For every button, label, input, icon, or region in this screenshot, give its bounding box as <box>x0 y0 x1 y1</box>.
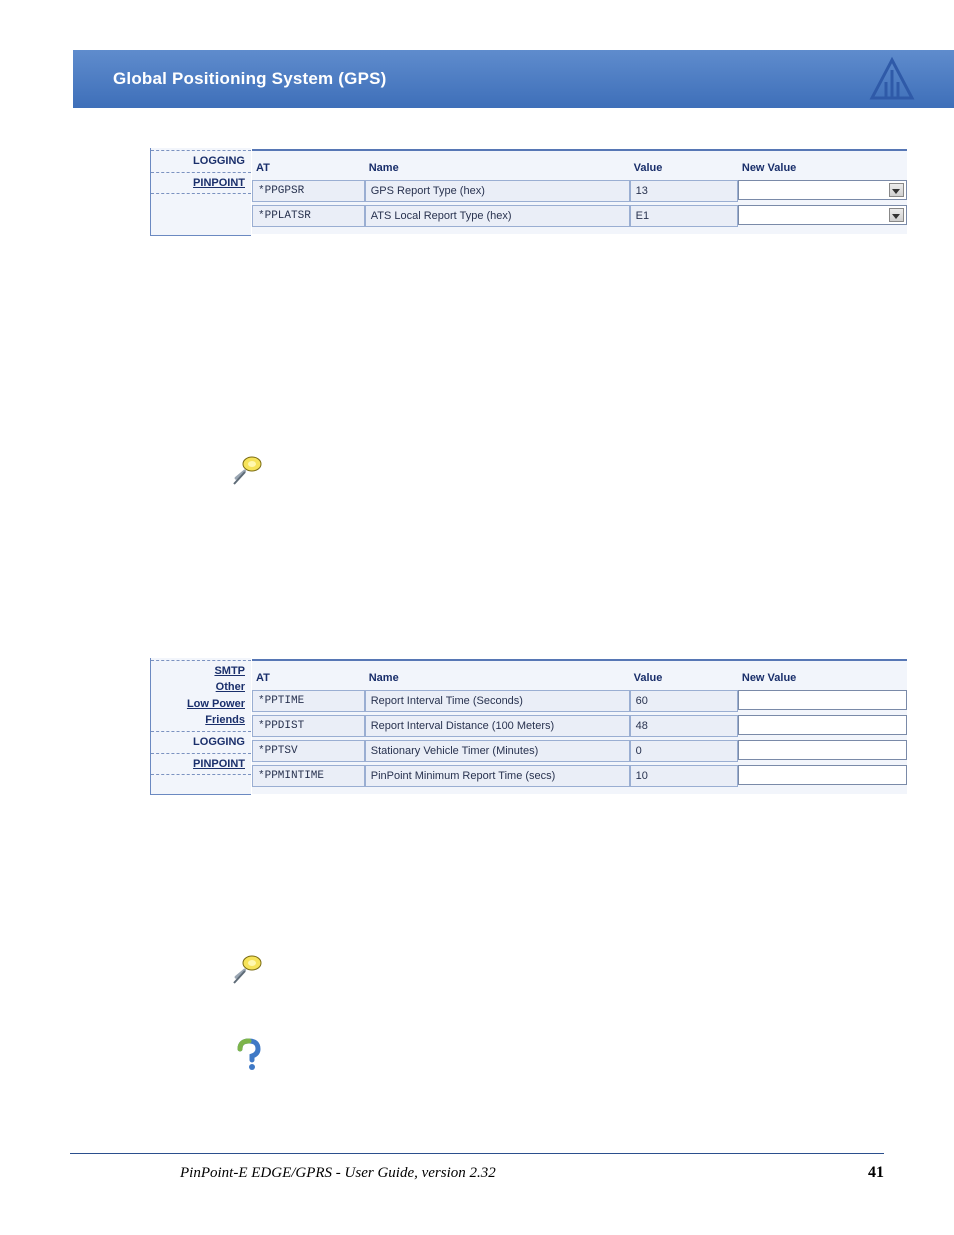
param-value: 48 <box>630 715 738 737</box>
param-value: 13 <box>630 180 738 202</box>
table-row: *PPTSVStationary Vehicle Timer (Minutes)… <box>252 740 907 762</box>
at-command: *PPDIST <box>252 715 365 737</box>
table-row: *PPTIMEReport Interval Time (Seconds)60 <box>252 690 907 712</box>
sidebar-item-pinpoint[interactable]: PINPOINT <box>151 756 251 773</box>
figure1-sidebar: LOGGING PINPOINT <box>151 148 252 235</box>
col-value: Value <box>630 672 738 687</box>
note-pin-icon <box>230 452 280 502</box>
note-pin-icon <box>230 951 280 1001</box>
new-value-input[interactable] <box>738 765 907 785</box>
header-bar: Global Positioning System (GPS) <box>73 50 954 108</box>
param-name: ATS Local Report Type (hex) <box>365 205 630 227</box>
param-value: 10 <box>630 765 738 787</box>
new-value-dropdown[interactable] <box>738 180 907 200</box>
at-command: *PPGPSR <box>252 180 365 202</box>
sidebar-item-smtp[interactable]: SMTP <box>151 663 251 680</box>
page-footer: PinPoint-E EDGE/GPRS - User Guide, versi… <box>70 1153 884 1212</box>
col-value: Value <box>630 162 738 177</box>
new-value-input[interactable] <box>738 690 907 710</box>
table-row: *PPLATSRATS Local Report Type (hex)E1 <box>252 205 907 227</box>
param-name: PinPoint Minimum Report Time (secs) <box>365 765 630 787</box>
brand-logo <box>868 56 916 104</box>
figure-report-intervals: SMTPOtherLow PowerFriends LOGGING PINPOINT… <box>150 658 884 796</box>
col-name: Name <box>365 672 630 687</box>
col-at: AT <box>252 162 365 177</box>
col-newvalue: New Value <box>738 162 907 177</box>
table-row: *PPGPSRGPS Report Type (hex)13 <box>252 180 907 202</box>
param-name: Stationary Vehicle Timer (Minutes) <box>365 740 630 762</box>
page-header: Global Positioning System (GPS) <box>0 0 954 108</box>
page-title: Global Positioning System (GPS) <box>113 69 387 89</box>
param-value: 60 <box>630 690 738 712</box>
param-name: Report Interval Distance (100 Meters) <box>365 715 630 737</box>
figure2-sidebar: SMTPOtherLow PowerFriends LOGGING PINPOINT <box>151 658 252 795</box>
param-name: Report Interval Time (Seconds) <box>365 690 630 712</box>
param-name: GPS Report Type (hex) <box>365 180 630 202</box>
new-value-dropdown[interactable] <box>738 205 907 225</box>
footer-doc-title: PinPoint-E EDGE/GPRS - User Guide, versi… <box>180 1165 496 1182</box>
at-command: *PPTIME <box>252 690 365 712</box>
figure-report-type: LOGGINGPINPOINT AT Name Value New Value <box>150 148 884 236</box>
at-command: *PPTSV <box>252 740 365 762</box>
at-command: *PPLATSR <box>252 205 365 227</box>
sidebar-item-logging: LOGGING <box>151 734 251 751</box>
param-value: 0 <box>630 740 738 762</box>
table-row: *PPDISTReport Interval Distance (100 Met… <box>252 715 907 737</box>
tip-question-icon <box>230 1037 280 1087</box>
param-value: E1 <box>630 205 738 227</box>
new-value-input[interactable] <box>738 740 907 760</box>
table-row: *PPMINTIMEPinPoint Minimum Report Time (… <box>252 765 907 787</box>
col-name: Name <box>365 162 630 177</box>
at-command: *PPMINTIME <box>252 765 365 787</box>
col-at: AT <box>252 672 365 687</box>
sidebar-item-other[interactable]: Other <box>151 679 251 696</box>
sidebar-item-pinpoint[interactable]: PINPOINT <box>151 175 251 192</box>
col-newvalue: New Value <box>738 672 907 687</box>
sidebar-item-logging: LOGGING <box>151 153 251 170</box>
sidebar-item-low-power[interactable]: Low Power <box>151 696 251 713</box>
sidebar-item-friends[interactable]: Friends <box>151 712 251 729</box>
new-value-input[interactable] <box>738 715 907 735</box>
footer-page-number: 41 <box>868 1164 884 1182</box>
